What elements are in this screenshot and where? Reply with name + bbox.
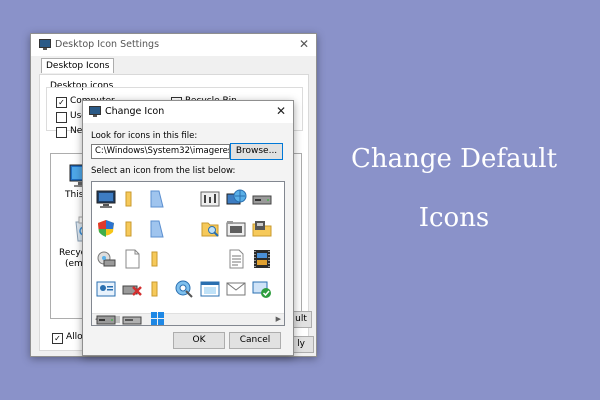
document-icon[interactable] — [121, 248, 143, 270]
globe-monitor-icon[interactable] — [225, 188, 247, 210]
network-drive-icon[interactable] — [95, 248, 117, 270]
folder-blue-icon[interactable] — [147, 188, 169, 210]
folder-icon[interactable] — [147, 248, 169, 270]
headline-line-2: Icons — [418, 203, 490, 233]
ok-button[interactable]: OK — [173, 332, 225, 349]
cancel-button[interactable]: Cancel — [229, 332, 281, 349]
contact-card-icon[interactable] — [95, 278, 117, 300]
checkbox-computer[interactable]: ✓ — [56, 97, 67, 108]
scroll-right-arrow-icon[interactable]: ▶ — [276, 314, 281, 325]
icon-file-path-input[interactable]: C:\Windows\System32\imageres.dll — [91, 144, 230, 159]
folder-search-icon[interactable] — [199, 218, 221, 240]
window-title: Desktop Icon Settings — [55, 39, 160, 50]
film-strip-icon[interactable] — [251, 248, 273, 270]
change-icon-dialog: Change Icon ✕ Look for icons in this fil… — [82, 100, 294, 356]
check-drive-icon[interactable] — [251, 278, 273, 300]
title-bar: Desktop Icon Settings ✕ — [31, 34, 316, 56]
windows-logo-icon[interactable] — [147, 308, 169, 325]
disconnected-drive-icon[interactable] — [121, 278, 143, 300]
equalizer-icon[interactable] — [199, 188, 221, 210]
monitor-icon[interactable] — [95, 188, 117, 210]
printer-folder-icon[interactable] — [251, 218, 273, 240]
folder-icon[interactable] — [121, 188, 143, 210]
allow-themes-checkbox[interactable]: ✓ — [52, 333, 63, 344]
icon-list[interactable]: ◀ ▶ — [91, 181, 285, 326]
folder-icon[interactable] — [147, 278, 169, 300]
close-button[interactable]: ✕ — [296, 36, 312, 52]
look-for-label: Look for icons in this file: — [91, 131, 198, 141]
film-folder-icon[interactable] — [225, 218, 247, 240]
select-icon-label: Select an icon from the list below: — [91, 166, 236, 176]
drive-icon[interactable] — [95, 308, 117, 325]
dialog-title: Change Icon — [105, 106, 165, 117]
browse-button[interactable]: Browse... — [230, 143, 283, 160]
search-globe-icon[interactable] — [173, 278, 195, 300]
drive-icon[interactable] — [251, 188, 273, 210]
headline-line-1: Change Default — [350, 144, 558, 174]
tab-desktop-icons[interactable]: Desktop Icons — [41, 58, 115, 73]
removable-drive-icon[interactable] — [121, 308, 143, 325]
close-button[interactable]: ✕ — [273, 103, 289, 119]
shield-uac-icon[interactable] — [95, 218, 117, 240]
dialog-title-bar: Change Icon ✕ — [83, 101, 293, 123]
monitor-icon — [89, 106, 101, 117]
checkbox-user[interactable] — [56, 112, 67, 123]
folder-blue-icon[interactable] — [147, 218, 169, 240]
page: { "background_color": "#8a92c9", "headli… — [0, 0, 600, 400]
checkbox-network[interactable] — [56, 127, 67, 138]
folder-icon[interactable] — [121, 218, 143, 240]
email-icon[interactable] — [225, 278, 247, 300]
window-icon[interactable] — [199, 278, 221, 300]
text-document-icon[interactable] — [225, 248, 247, 270]
monitor-icon — [39, 39, 51, 50]
